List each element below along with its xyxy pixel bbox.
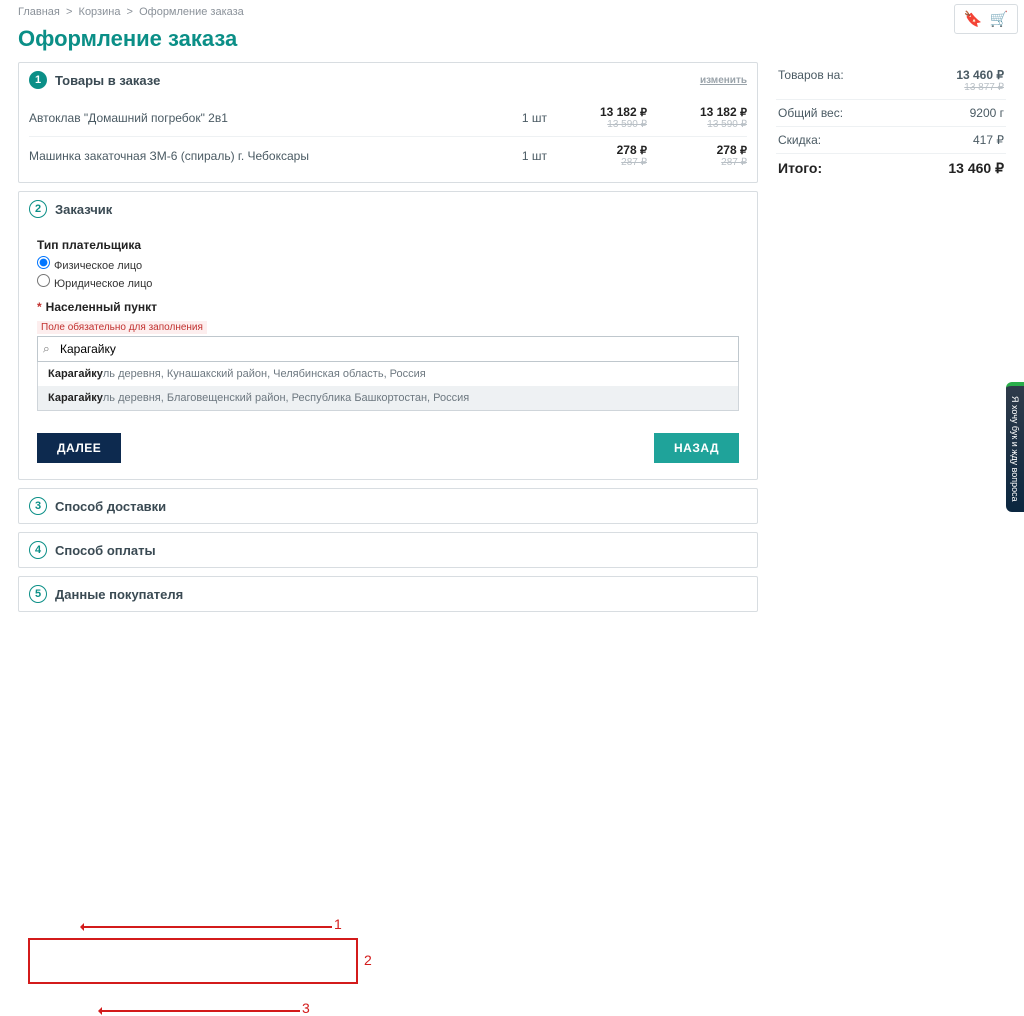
breadcrumb-home[interactable]: Главная [18,6,60,18]
city-label: Населенный пункт [46,300,157,314]
breadcrumb-cart[interactable]: Корзина [79,6,121,18]
item-name: Автоклав "Домашний погребок" 2в1 [29,111,457,125]
item-name: Машинка закаточная ЗМ-6 (спираль) г. Чеб… [29,149,457,163]
feedback-tab[interactable]: Я хочу бук и жду вопроса [1006,382,1024,512]
step-delivery[interactable]: 3 Способ доставки [18,488,758,524]
payer-type-label: Тип плательщика [37,238,739,252]
search-icon: ⌕ [43,342,50,357]
summary-goods-label: Товаров на: [778,68,844,93]
summary-goods-value: 13 460 ₽ [956,68,1004,82]
step-num-4: 4 [29,541,47,559]
summary-total-value: 13 460 ₽ [948,160,1004,177]
item-total-old: 13 590 ₽ [647,119,747,130]
city-suggest-item[interactable]: Карагайкуль деревня, Благовещенский райо… [38,386,738,410]
summary-discount-value: 417 ₽ [973,133,1004,147]
item-qty: 1 шт [457,149,547,163]
step-payment[interactable]: 4 Способ оплаты [18,532,758,568]
step-num-2: 2 [29,200,47,218]
summary-weight-label: Общий вес: [778,106,843,120]
item-row: Автоклав "Домашний погребок" 2в1 1 шт 13… [29,99,747,136]
next-button[interactable]: ДАЛЕЕ [37,433,121,463]
city-error: Поле обязательно для заполнения [37,321,207,334]
step-num-5: 5 [29,585,47,603]
breadcrumb: Главная > Корзина > Оформление заказа [0,0,1024,24]
item-price: 278 [617,143,637,157]
summary-discount-label: Скидка: [778,133,821,147]
summary-goods-old: 13 877 ₽ [956,82,1004,93]
payer-type-individual[interactable]: Физическое лицо [37,256,739,272]
city-suggest-item[interactable]: Карагайкуль деревня, Кунашакский район, … [38,362,738,386]
step-title-items: Товары в заказе [55,73,160,88]
required-star: * [37,300,42,314]
item-row: Машинка закаточная ЗМ-6 (спираль) г. Чеб… [29,136,747,174]
step-items: 1 Товары в заказе изменить Автоклав "Дом… [18,62,758,183]
step-title-customer: Заказчик [55,202,112,217]
step-num-1: 1 [29,71,47,89]
radio-legal[interactable] [37,274,50,287]
radio-individual[interactable] [37,256,50,269]
item-qty: 1 шт [457,111,547,125]
edit-items-link[interactable]: изменить [700,75,747,86]
cart-icon[interactable]: 🛒 [989,9,1009,29]
step-num-3: 3 [29,497,47,515]
breadcrumb-checkout: Оформление заказа [139,6,244,18]
item-total: 13 182 [700,105,737,119]
bookmark-icon[interactable]: 🔖 [963,9,983,29]
payer-type-legal[interactable]: Юридическое лицо [37,274,739,290]
page-title: Оформление заказа [0,24,1024,62]
step-customer: 2 Заказчик Тип плательщика Физическое ли… [18,191,758,480]
back-button[interactable]: НАЗАД [654,433,739,463]
item-price: 13 182 [600,105,637,119]
summary-weight-value: 9200 г [970,106,1004,120]
item-price-old: 287 ₽ [547,157,647,168]
item-total: 278 [717,143,737,157]
item-total-old: 287 ₽ [647,157,747,168]
summary-total-label: Итого: [778,160,822,177]
step-title-buyer: Данные покупателя [55,587,183,602]
city-search-input[interactable] [37,336,739,362]
step-title-delivery: Способ доставки [55,499,166,514]
top-utility-bar: 🔖 🛒 [954,4,1018,34]
order-summary: Товаров на: 13 460 ₽ 13 877 ₽ Общий вес:… [776,62,1006,620]
step-title-payment: Способ оплаты [55,543,156,558]
city-suggest-dropdown: Карагайкуль деревня, Кунашакский район, … [37,362,739,411]
item-price-old: 13 590 ₽ [547,119,647,130]
step-buyer[interactable]: 5 Данные покупателя [18,576,758,612]
